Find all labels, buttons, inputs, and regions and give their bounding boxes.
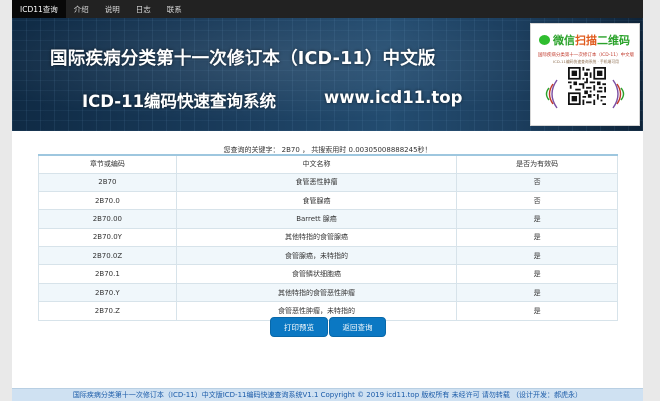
table-row[interactable]: 2B70.Y 其他特指的食管恶性肿瘤 是	[38, 282, 618, 303]
back-to-search-button[interactable]: 返回查询	[329, 317, 386, 337]
results-table: 章节或编码 中文名称 是否为有效码 2B70 食管恶性肿瘤 否 2B70.0 食…	[38, 154, 618, 321]
banner-title: 国际疾病分类第十一次修订本（ICD-11）中文版	[50, 49, 436, 69]
signal-wave-icon	[612, 79, 625, 109]
signal-wave-icon	[545, 79, 558, 109]
table-row[interactable]: 2B70.0 食管腺癌 否	[38, 190, 618, 211]
cell-code[interactable]: 2B70.Y	[38, 282, 177, 303]
qr-note: ICD-11编码快速查询系统 · 手机端可用	[553, 59, 619, 64]
qr-heading: 微信扫描二维码	[539, 32, 630, 48]
cell-valid: 是	[456, 227, 618, 248]
nav-item-guide[interactable]: 说明	[97, 0, 128, 18]
cell-valid: 是	[456, 301, 618, 321]
print-preview-button[interactable]: 打印预览	[270, 317, 328, 337]
cell-name: 食管腺癌	[175, 190, 458, 211]
table-header-row: 章节或编码 中文名称 是否为有效码	[38, 154, 618, 174]
cell-name: 其他特指的食管腺癌	[175, 227, 458, 248]
cell-valid: 是	[456, 282, 618, 303]
header-banner: 国际疾病分类第十一次修订本（ICD-11）中文版 ICD-11编码快速查询系统 …	[12, 18, 643, 131]
cell-valid: 是	[456, 264, 618, 284]
cell-name: 食管恶性肿瘤	[175, 172, 458, 192]
page-container: ICD11查询 介绍 说明 日志 联系 国际疾病分类第十一次修订本（ICD-11…	[12, 0, 643, 401]
column-header-valid: 是否为有效码	[456, 154, 618, 174]
cell-code[interactable]: 2B70.00	[38, 209, 177, 229]
table-row[interactable]: 2B70.0Z 食管腺癌，未特指的 是	[38, 246, 618, 266]
cell-valid: 否	[456, 190, 618, 211]
table-row[interactable]: 2B70.Z 食管恶性肿瘤，未特指的 是	[38, 301, 618, 321]
qr-code-icon[interactable]	[568, 67, 606, 105]
table-row[interactable]: 2B70.00 Barrett 腺癌 是	[38, 209, 618, 229]
top-navbar: ICD11查询 介绍 说明 日志 联系	[12, 0, 643, 18]
nav-brand[interactable]: ICD11查询	[12, 0, 66, 18]
cell-name: 食管鳞状细胞癌	[175, 264, 458, 284]
cell-code[interactable]: 2B70.0Y	[38, 227, 177, 248]
cell-code[interactable]: 2B70.Z	[38, 301, 177, 321]
cell-code[interactable]: 2B70.0Z	[38, 246, 177, 266]
cell-name: 其他特指的食管恶性肿瘤	[175, 282, 458, 303]
table-row[interactable]: 2B70 食管恶性肿瘤 否	[38, 172, 618, 192]
cell-code[interactable]: 2B70	[38, 172, 177, 192]
nav-item-intro[interactable]: 介绍	[66, 0, 97, 18]
column-header-code: 章节或编码	[38, 154, 177, 174]
wechat-qr-panel: 微信扫描二维码 国际疾病分类第十一次修订本（ICD-11）中文版 ICD-11编…	[530, 23, 640, 126]
footer-copyright[interactable]: 国际疾病分类第十一次修订本（ICD-11）中文版ICD-11编码快速查询系统V1…	[12, 388, 643, 401]
cell-name: 食管腺癌，未特指的	[175, 246, 458, 266]
qr-caption: 国际疾病分类第十一次修订本（ICD-11）中文版	[537, 53, 635, 58]
nav-item-log[interactable]: 日志	[128, 0, 159, 18]
nav-item-contact[interactable]: 联系	[159, 0, 190, 18]
banner-subtitle: ICD-11编码快速查询系统	[82, 92, 277, 111]
wechat-icon	[539, 35, 550, 45]
table-row[interactable]: 2B70.0Y 其他特指的食管腺癌 是	[38, 227, 618, 248]
cell-valid: 是	[456, 246, 618, 266]
cell-code[interactable]: 2B70.0	[38, 190, 177, 211]
column-header-name: 中文名称	[175, 154, 458, 174]
cell-valid: 是	[456, 209, 618, 229]
cell-code[interactable]: 2B70.1	[38, 264, 177, 284]
qr-heading-text: 微信扫描二维码	[553, 34, 630, 47]
table-row[interactable]: 2B70.1 食管鳞状细胞癌 是	[38, 264, 618, 284]
cell-name: Barrett 腺癌	[175, 209, 458, 229]
banner-url: www.icd11.top	[324, 88, 463, 107]
cell-valid: 否	[456, 172, 618, 192]
